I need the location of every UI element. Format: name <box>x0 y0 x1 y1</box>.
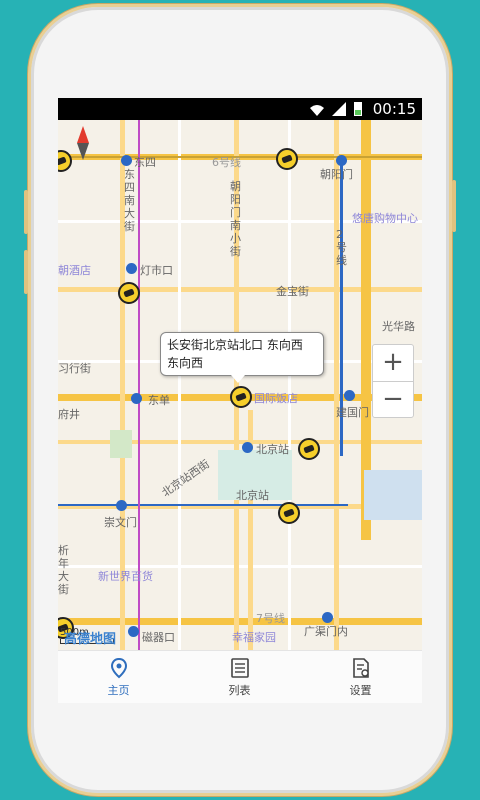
zoom-out-button[interactable]: − <box>373 381 413 418</box>
map-label-poi: 新世界百货 <box>98 570 153 583</box>
map-label: 光华路 <box>382 320 415 333</box>
map-label-vertical: 2号线 <box>336 228 347 267</box>
map-label-poi: 国际饭店 <box>254 392 298 405</box>
callout-line-2: 东向西 <box>167 356 204 370</box>
map-label: 6号线 <box>212 156 241 169</box>
map-label: 灯市口 <box>140 264 173 277</box>
map-label: 府井 <box>58 408 80 421</box>
zoom-controls: + − <box>372 344 414 418</box>
metro-station-icon <box>322 612 333 623</box>
map-label: 东单 <box>148 394 170 407</box>
map-logo: 高德地图 <box>64 632 117 647</box>
metro-station-icon <box>128 626 139 637</box>
metro-station-icon <box>242 442 253 453</box>
map-label: 崇文门 <box>104 516 137 529</box>
bus-stop-marker[interactable] <box>118 282 140 304</box>
tab-home-label: 主页 <box>107 684 130 697</box>
phone-power-button <box>452 180 456 232</box>
tab-settings-label: 设置 <box>349 684 372 697</box>
map-view[interactable]: 东四 6号线 朝阳门 悠唐购物中心 灯市口 金宝街 光华路 东单 国际饭店 建国… <box>58 120 422 650</box>
metro-station-icon <box>126 263 137 274</box>
metro-station-icon <box>121 155 132 166</box>
map-label-poi: 幸福家园 <box>232 631 276 644</box>
map-label: 磁器口 <box>142 631 175 644</box>
map-label: 北京站西街 <box>159 457 213 500</box>
metro-station-icon <box>116 500 127 511</box>
zoom-in-button[interactable]: + <box>373 345 413 381</box>
callout-line-1: 长安街北京站北口 东向西 <box>167 338 303 352</box>
status-time: 00:15 <box>372 100 416 118</box>
map-label-vertical: 朝阳门南小街 <box>230 180 241 258</box>
signal-icon <box>332 102 346 116</box>
status-bar: 00:15 <box>58 98 422 120</box>
map-label: 习行街 <box>58 362 91 375</box>
tab-settings[interactable]: 设置 <box>300 651 421 703</box>
bus-stop-marker[interactable] <box>276 148 298 170</box>
settings-document-icon <box>352 658 369 678</box>
metro-station-icon <box>131 393 142 404</box>
bottom-tab-bar: 主页 列表 设置 <box>58 650 422 703</box>
map-label: 广渠门内 <box>304 625 348 638</box>
app-screen: 00:15 东四 6号线 朝阳门 悠唐购物中心 灯市口 金宝街 光华路 东单 国… <box>58 98 422 703</box>
location-pin-icon <box>110 657 127 679</box>
battery-icon <box>354 102 362 116</box>
map-label: 东四 <box>134 156 156 169</box>
list-icon <box>230 658 249 678</box>
phone-volume-button <box>24 190 28 234</box>
compass-icon <box>77 126 89 160</box>
map-label-poi: 悠唐购物中心 <box>352 212 418 225</box>
bus-stop-callout[interactable]: 长安街北京站北口 东向西 东向西 <box>160 332 324 383</box>
wifi-icon <box>310 105 324 116</box>
map-label: 朝阳门 <box>320 168 353 181</box>
phone-volume-button <box>24 250 28 294</box>
map-label-vertical: 东四南大街 <box>124 168 135 233</box>
map-label: 金宝街 <box>276 285 309 298</box>
map-label: 7号线 <box>256 612 285 625</box>
metro-station-icon <box>344 390 355 401</box>
tab-list-label: 列表 <box>228 684 251 697</box>
metro-station-icon <box>336 155 347 166</box>
bus-stop-marker[interactable] <box>230 386 252 408</box>
bus-stop-marker[interactable] <box>278 502 300 524</box>
tab-home[interactable]: 主页 <box>58 651 179 703</box>
tab-list[interactable]: 列表 <box>179 651 300 703</box>
bus-stop-marker[interactable] <box>298 438 320 460</box>
map-label: 北京站 <box>256 443 289 456</box>
map-label: 建国门 <box>336 406 369 419</box>
map-label-poi: 朝酒店 <box>58 264 91 277</box>
map-label: 北京站 <box>236 489 269 502</box>
map-label-vertical: 析年大街 <box>58 544 69 596</box>
